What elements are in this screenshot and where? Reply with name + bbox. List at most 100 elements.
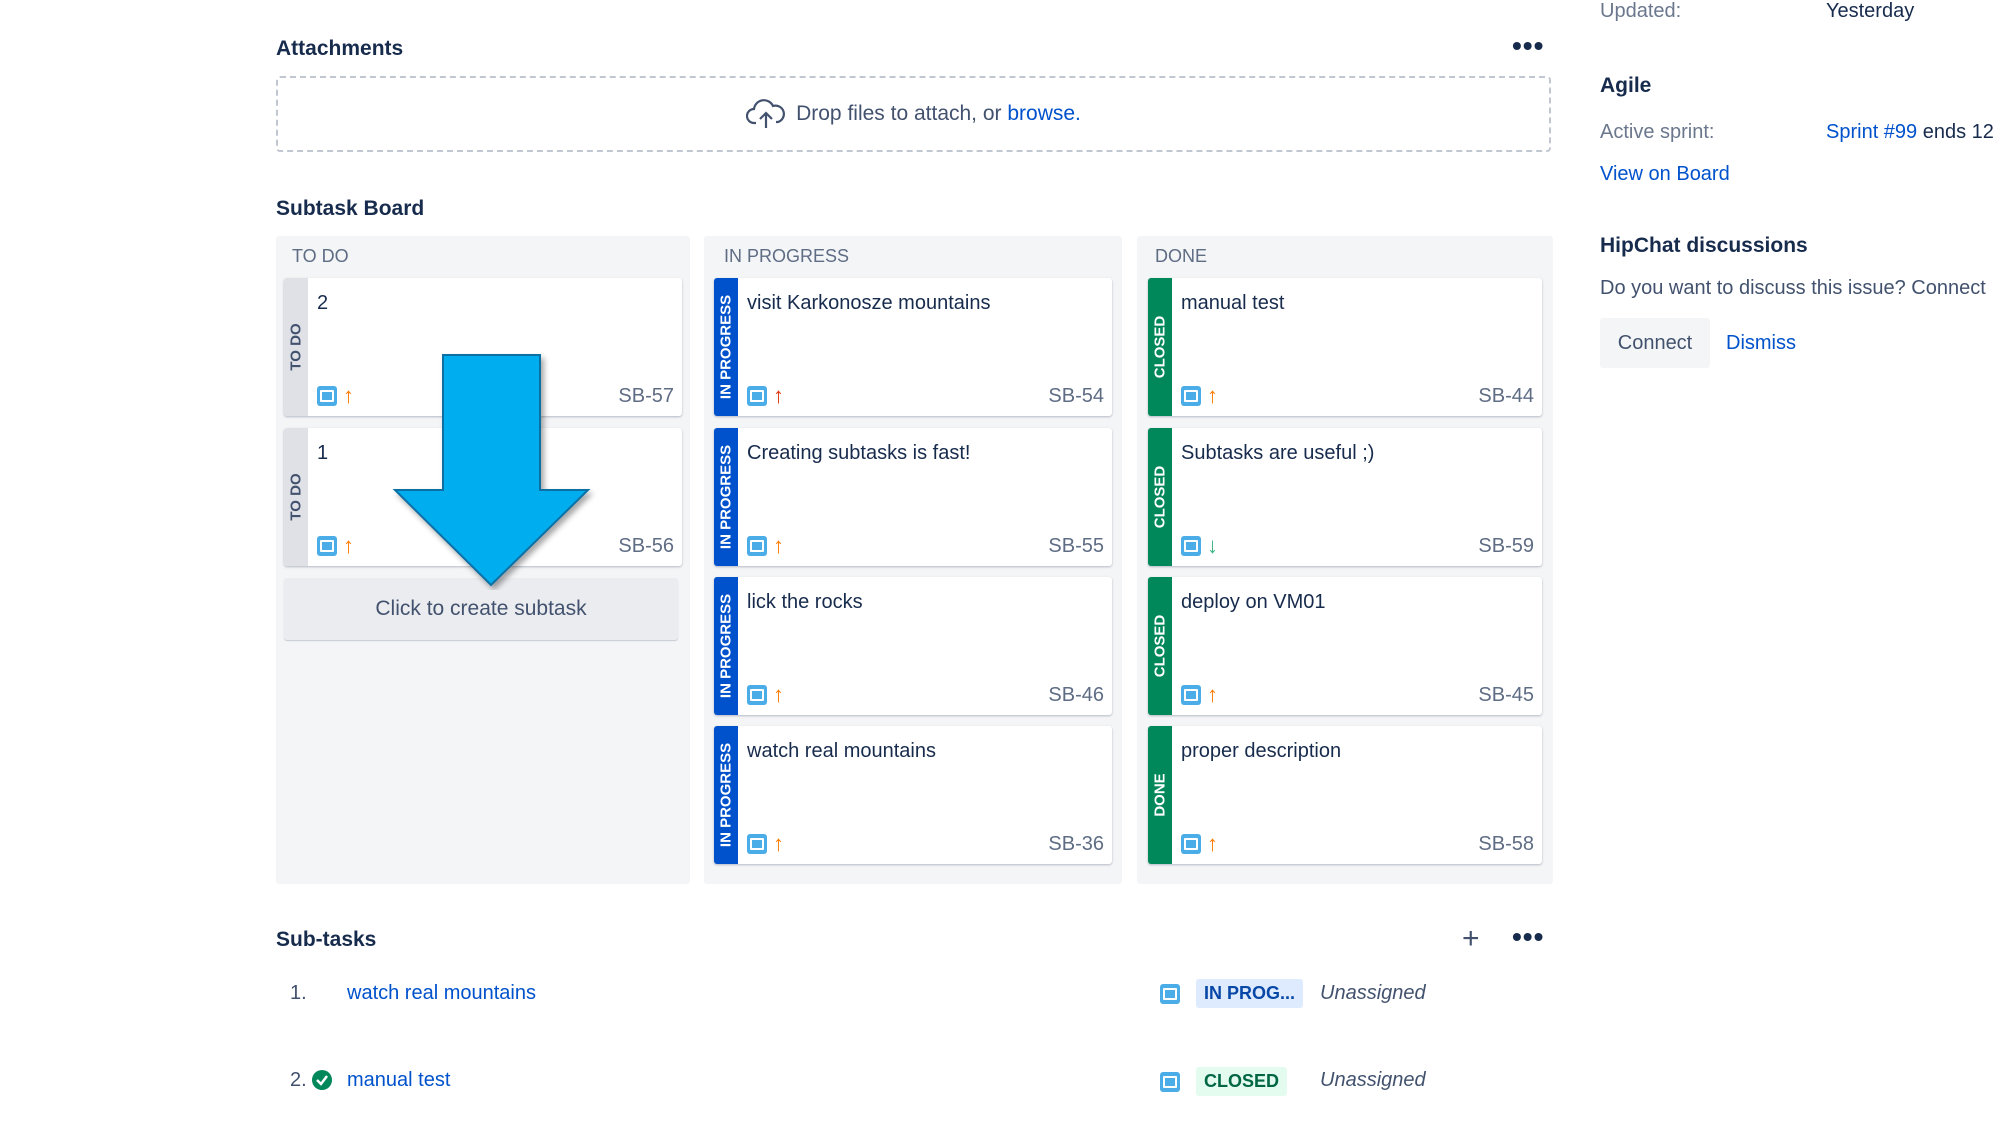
priority-major-icon: ↑ xyxy=(773,831,784,856)
status-label: DONE xyxy=(1151,773,1169,817)
status-strip: IN PROGRESS xyxy=(714,428,738,566)
priority-low-icon: ↓ xyxy=(1207,533,1218,558)
hipchat-title: HipChat discussions xyxy=(1600,234,1808,257)
attachments-title: Attachments xyxy=(276,37,404,60)
sprint-link[interactable]: Sprint #99 xyxy=(1826,121,1917,143)
connect-button[interactable]: Connect xyxy=(1600,318,1710,368)
assignee: Unassigned xyxy=(1320,982,1426,1004)
status-strip: TO DO xyxy=(284,428,308,566)
status-label: IN PROGRESS xyxy=(717,742,735,848)
card-summary: watch real mountains xyxy=(747,740,936,762)
card-key: SB-58 xyxy=(1478,833,1534,855)
card-key: SB-57 xyxy=(618,385,674,407)
priority-major-icon: ↑ xyxy=(773,682,784,707)
subtask-icon xyxy=(1160,984,1180,1004)
priority-major-icon: ↑ xyxy=(1207,383,1218,408)
subtask-icon xyxy=(1160,1072,1180,1092)
status-strip: CLOSED xyxy=(1148,278,1172,416)
card-sb-58[interactable]: DONE proper description ↑ SB-58 xyxy=(1148,726,1542,864)
sprint-ends-text: ends 12 xyxy=(1917,121,1994,143)
card-summary: lick the rocks xyxy=(747,591,863,613)
priority-major-icon: ↑ xyxy=(773,533,784,558)
card-sb-59[interactable]: CLOSED Subtasks are useful ;) ↓ SB-59 xyxy=(1148,428,1542,566)
subtask-link[interactable]: watch real mountains xyxy=(347,982,536,1005)
status-label: CLOSED xyxy=(1151,614,1169,678)
add-subtask-icon[interactable]: + xyxy=(1462,922,1480,956)
column-in-progress: IN PROGRESS IN PROGRESS visit Karkonosze… xyxy=(704,236,1122,884)
card-sb-55[interactable]: IN PROGRESS Creating subtasks is fast! ↑… xyxy=(714,428,1112,566)
column-done: DONE CLOSED manual test ↑ SB-44 CLOSED S… xyxy=(1137,236,1553,884)
subtask-link[interactable]: manual test xyxy=(347,1069,450,1092)
agile-title: Agile xyxy=(1600,74,1652,97)
priority-major-icon: ↑ xyxy=(343,383,354,408)
card-sb-45[interactable]: CLOSED deploy on VM01 ↑ SB-45 xyxy=(1148,577,1542,715)
status-label: IN PROGRESS xyxy=(717,593,735,699)
card-summary: manual test xyxy=(1181,292,1285,314)
card-sb-46[interactable]: IN PROGRESS lick the rocks ↑ SB-46 xyxy=(714,577,1112,715)
card-summary: proper description xyxy=(1181,740,1342,762)
subtask-icon xyxy=(317,386,337,406)
column-title: IN PROGRESS xyxy=(724,246,850,266)
updated-label: Updated: xyxy=(1600,0,1682,22)
priority-highest-icon: ↑ xyxy=(773,383,784,408)
status-label: IN PROGRESS xyxy=(717,294,735,400)
subtask-icon xyxy=(317,536,337,556)
subtask-board-title: Subtask Board xyxy=(276,197,425,220)
card-key: SB-59 xyxy=(1478,535,1534,557)
card-key: SB-56 xyxy=(618,535,674,557)
dropzone-text: Drop files to attach, or xyxy=(796,102,1008,125)
card-key: SB-54 xyxy=(1048,385,1104,407)
priority-major-icon: ↑ xyxy=(1207,682,1218,707)
status-lozenge[interactable]: IN PROG... xyxy=(1196,979,1304,1008)
subtask-icon xyxy=(1181,685,1201,705)
column-title: DONE xyxy=(1155,246,1208,266)
browse-link[interactable]: browse. xyxy=(1007,102,1081,126)
card-key: SB-36 xyxy=(1048,833,1104,855)
card-sb-44[interactable]: CLOSED manual test ↑ SB-44 xyxy=(1148,278,1542,416)
status-label: CLOSED xyxy=(1151,465,1169,529)
assignee: Unassigned xyxy=(1320,1069,1426,1091)
status-strip: IN PROGRESS xyxy=(714,726,738,864)
active-sprint-value: Sprint #99 ends 12 xyxy=(1826,121,1994,144)
status-label: IN PROGRESS xyxy=(717,444,735,550)
status-strip: IN PROGRESS xyxy=(714,577,738,715)
subtasks-title: Sub-tasks xyxy=(276,928,377,951)
row-number: 1. xyxy=(290,982,307,1004)
subtasks-more-icon[interactable]: ••• xyxy=(1512,923,1544,951)
row-number: 2. xyxy=(290,1069,307,1091)
status-strip: TO DO xyxy=(284,278,308,416)
updated-value: Yesterday xyxy=(1826,0,1915,22)
card-key: SB-55 xyxy=(1048,535,1104,557)
status-label: TO DO xyxy=(287,473,305,521)
callout-arrow-icon xyxy=(392,354,591,587)
priority-major-icon: ↑ xyxy=(343,533,354,558)
subtask-icon xyxy=(1181,536,1201,556)
active-sprint-label: Active sprint: xyxy=(1600,121,1715,143)
subtask-icon xyxy=(747,834,767,854)
attachments-more-icon[interactable]: ••• xyxy=(1512,32,1544,60)
card-summary: Creating subtasks is fast! xyxy=(747,442,971,464)
view-on-board-link[interactable]: View on Board xyxy=(1600,163,1730,186)
status-label: CLOSED xyxy=(1151,315,1169,379)
check-circle-icon xyxy=(312,1070,332,1090)
dismiss-link[interactable]: Dismiss xyxy=(1726,332,1796,355)
status-strip: CLOSED xyxy=(1148,577,1172,715)
card-summary: 1 xyxy=(317,442,329,464)
status-label: TO DO xyxy=(287,323,305,371)
status-lozenge[interactable]: CLOSED xyxy=(1196,1067,1288,1096)
card-key: SB-46 xyxy=(1048,684,1104,706)
card-sb-36[interactable]: IN PROGRESS watch real mountains ↑ SB-36 xyxy=(714,726,1112,864)
priority-major-icon: ↑ xyxy=(1207,831,1218,856)
card-summary: deploy on VM01 xyxy=(1181,591,1326,613)
card-sb-54[interactable]: IN PROGRESS visit Karkonosze mountains ↑… xyxy=(714,278,1112,416)
attachments-dropzone[interactable]: Drop files to attach, or browse. xyxy=(276,76,1551,152)
card-summary: 2 xyxy=(317,292,329,314)
status-strip: DONE xyxy=(1148,726,1172,864)
subtask-icon xyxy=(747,536,767,556)
status-strip: IN PROGRESS xyxy=(714,278,738,416)
card-summary: Subtasks are useful ;) xyxy=(1181,442,1375,464)
subtask-icon xyxy=(747,685,767,705)
column-title: TO DO xyxy=(292,246,349,266)
subtask-icon xyxy=(747,386,767,406)
card-summary: visit Karkonosze mountains xyxy=(747,292,991,314)
